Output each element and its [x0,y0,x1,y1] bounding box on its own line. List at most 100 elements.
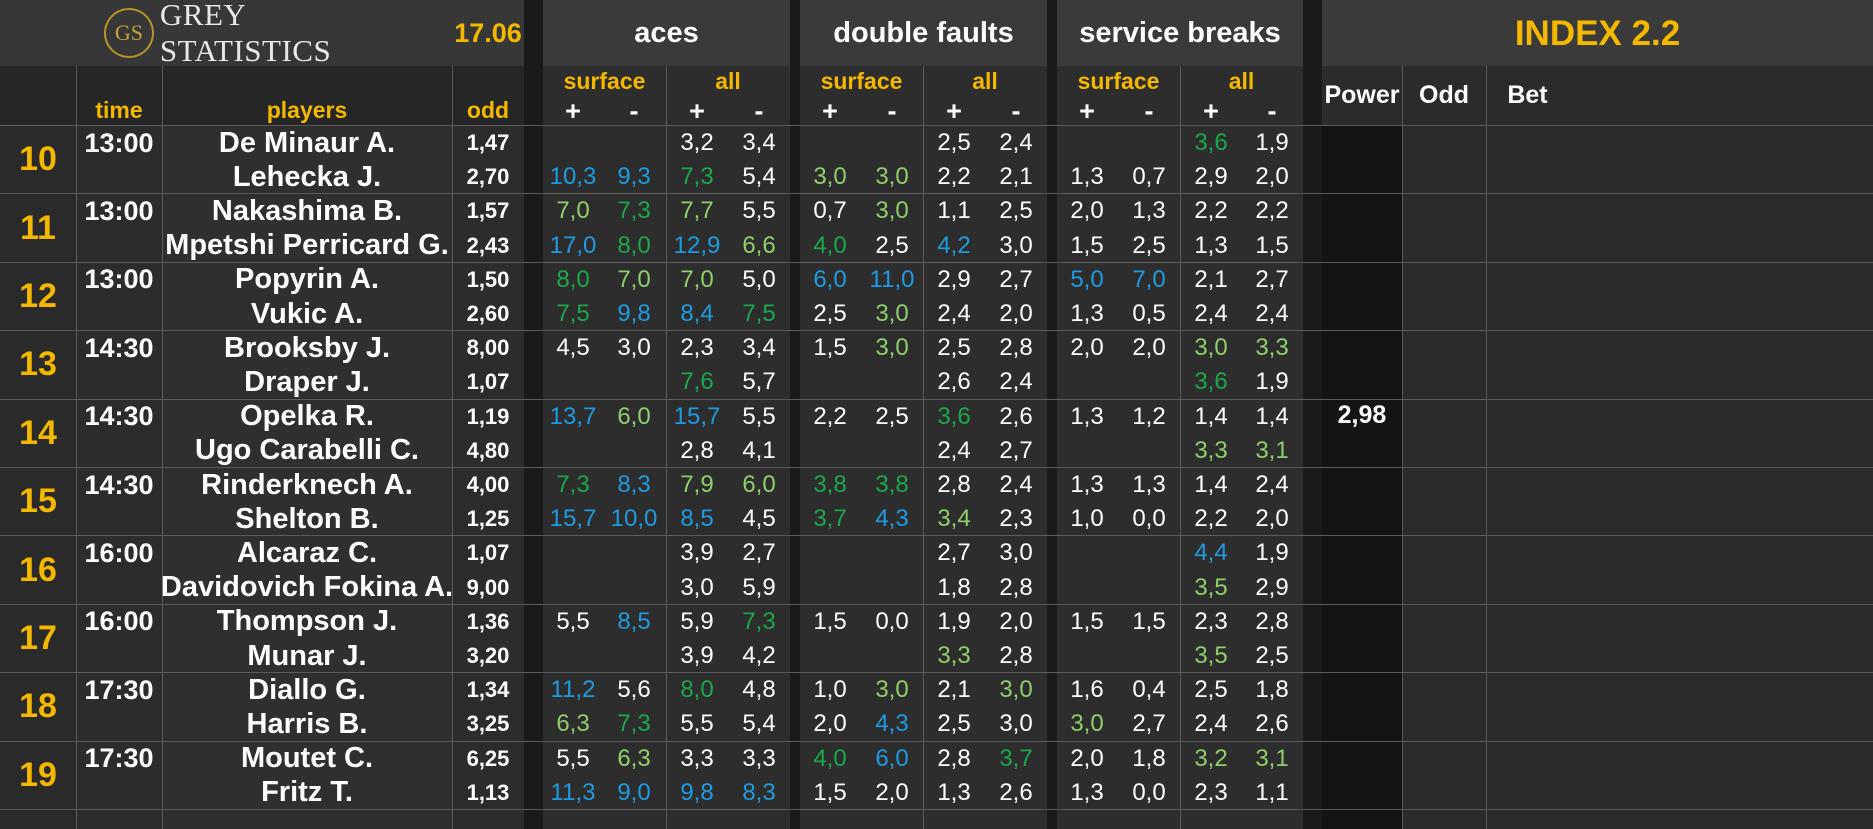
stat-cell: 2,5 [1255,642,1289,670]
date: 17.06 [454,17,522,48]
stat-cell: 5,5 [556,744,590,772]
player-odd: 1,47 [466,130,510,156]
stat-cell: 0,7 [1132,163,1166,191]
stat-cell: 1,4 [1255,402,1289,430]
stat-cell: 1,0 [813,676,847,704]
match-time: 16:00 [84,606,154,637]
match-number: 16 [19,550,57,589]
stat-cell: 2,2 [813,402,847,430]
stat-cell: 0,4 [1132,676,1166,704]
stat-cell: 6,3 [556,710,590,738]
minus-header: - [629,95,639,126]
stat-cell: 2,0 [813,710,847,738]
player-odd: 1,07 [466,369,510,395]
stat-cell: 7,5 [742,300,776,328]
player-name: Vukic A. [250,297,364,330]
stat-cell: 2,7 [999,436,1033,464]
index-col-odd: Odd [1419,81,1469,109]
stat-cell: 15,7 [549,505,597,533]
player-name: Alcaraz C. [236,536,378,569]
minus-header: - [887,95,897,126]
index-col-power: Power [1324,81,1400,109]
stat-cell: 1,3 [1132,197,1166,225]
stat-cell: 2,5 [937,129,971,157]
player-name: Opelka R. [240,400,374,433]
stat-cell: 2,7 [1132,710,1166,738]
power-value: 2,98 [1337,401,1387,430]
player-name: Popyrin A. [235,263,379,296]
stat-cell: 13,7 [549,402,597,430]
stat-cell: 3,0 [999,231,1033,259]
stat-cell: 2,0 [1070,197,1104,225]
player-name: Thompson J. [216,605,398,638]
logo-text: GREY STATISTICS [159,0,332,68]
stat-cell: 3,0 [999,676,1033,704]
stat-cell: 2,8 [999,642,1033,670]
stat-cell: 2,5 [875,231,909,259]
stat-cell: 2,3 [680,334,714,362]
stat-cell: 11,2 [550,676,596,704]
stat-cell: 3,0 [1070,710,1104,738]
player-name: Moutet C. [240,742,374,775]
stat-cell: 2,7 [999,265,1033,293]
stat-cell: 1,5 [1070,607,1104,635]
match-number: 18 [19,687,57,726]
stat-cell: 2,0 [1132,334,1166,362]
stat-cell: 1,1 [937,197,971,225]
stat-cell: 0,0 [875,607,909,635]
player-odd: 6,25 [466,745,510,771]
logo-mark: GS [104,8,154,58]
stat-cell: 1,9 [1255,368,1289,396]
stat-cell: 1,3 [1070,163,1104,191]
stat-cell: 2,0 [999,607,1033,635]
stat-cell: 5,5 [742,402,776,430]
stat-cell: 7,0 [680,265,714,293]
stat-cell: 3,0 [875,197,909,225]
stat-cell: 3,0 [999,710,1033,738]
stat-cell: 3,2 [1194,744,1228,772]
stat-cell: 4,4 [1194,539,1228,567]
stat-cell: 8,0 [680,676,714,704]
stat-cell: 11,0 [869,265,915,293]
player-odd: 1,13 [466,779,510,805]
stat-cell: 1,3 [1070,778,1104,806]
player-odd: 1,19 [466,403,510,429]
stat-cell: 2,4 [1255,471,1289,499]
stat-cell: 3,8 [875,471,909,499]
stat-cell: 3,3 [742,744,776,772]
match-time: 17:30 [84,674,154,705]
match-time: 13:00 [84,195,154,226]
player-name: Mpetshi Perricard G. [165,229,449,262]
stat-cell: 3,0 [875,163,909,191]
stat-cell: 2,0 [875,778,909,806]
stat-cell: 1,3 [1070,402,1104,430]
stat-cell: 1,5 [1070,231,1104,259]
player-odd: 1,25 [466,506,510,532]
stat-cell: 0,0 [1132,778,1166,806]
group-title: double faults [833,16,1014,49]
stat-cell: 2,6 [999,402,1033,430]
stat-cell: 1,5 [813,334,847,362]
stat-cell: 11,3 [550,778,596,806]
stat-cell: 1,9 [1255,129,1289,157]
stat-cell: 6,0 [617,402,651,430]
stat-cell: 5,5 [556,607,590,635]
player-odd: 4,80 [466,437,510,463]
col-odd: odd [466,96,510,123]
player-name: Rinderknech A. [201,468,413,501]
stat-cell: 2,7 [937,539,971,567]
match-number: 12 [19,276,57,315]
stat-cell: 5,0 [742,265,776,293]
stat-cell: 1,1 [1255,778,1289,806]
stat-cell: 2,9 [1194,163,1228,191]
stat-cell: 2,6 [999,778,1033,806]
plus-header: + [946,95,962,126]
player-odd: 2,60 [466,301,510,327]
stat-cell: 9,3 [617,163,651,191]
player-name: Shelton B. [235,502,379,535]
stat-cell: 2,5 [1132,231,1166,259]
stat-cell: 2,8 [1255,607,1289,635]
stat-cell: 2,4 [937,436,971,464]
stat-cell: 3,5 [1194,642,1228,670]
stat-cell: 7,3 [617,197,651,225]
